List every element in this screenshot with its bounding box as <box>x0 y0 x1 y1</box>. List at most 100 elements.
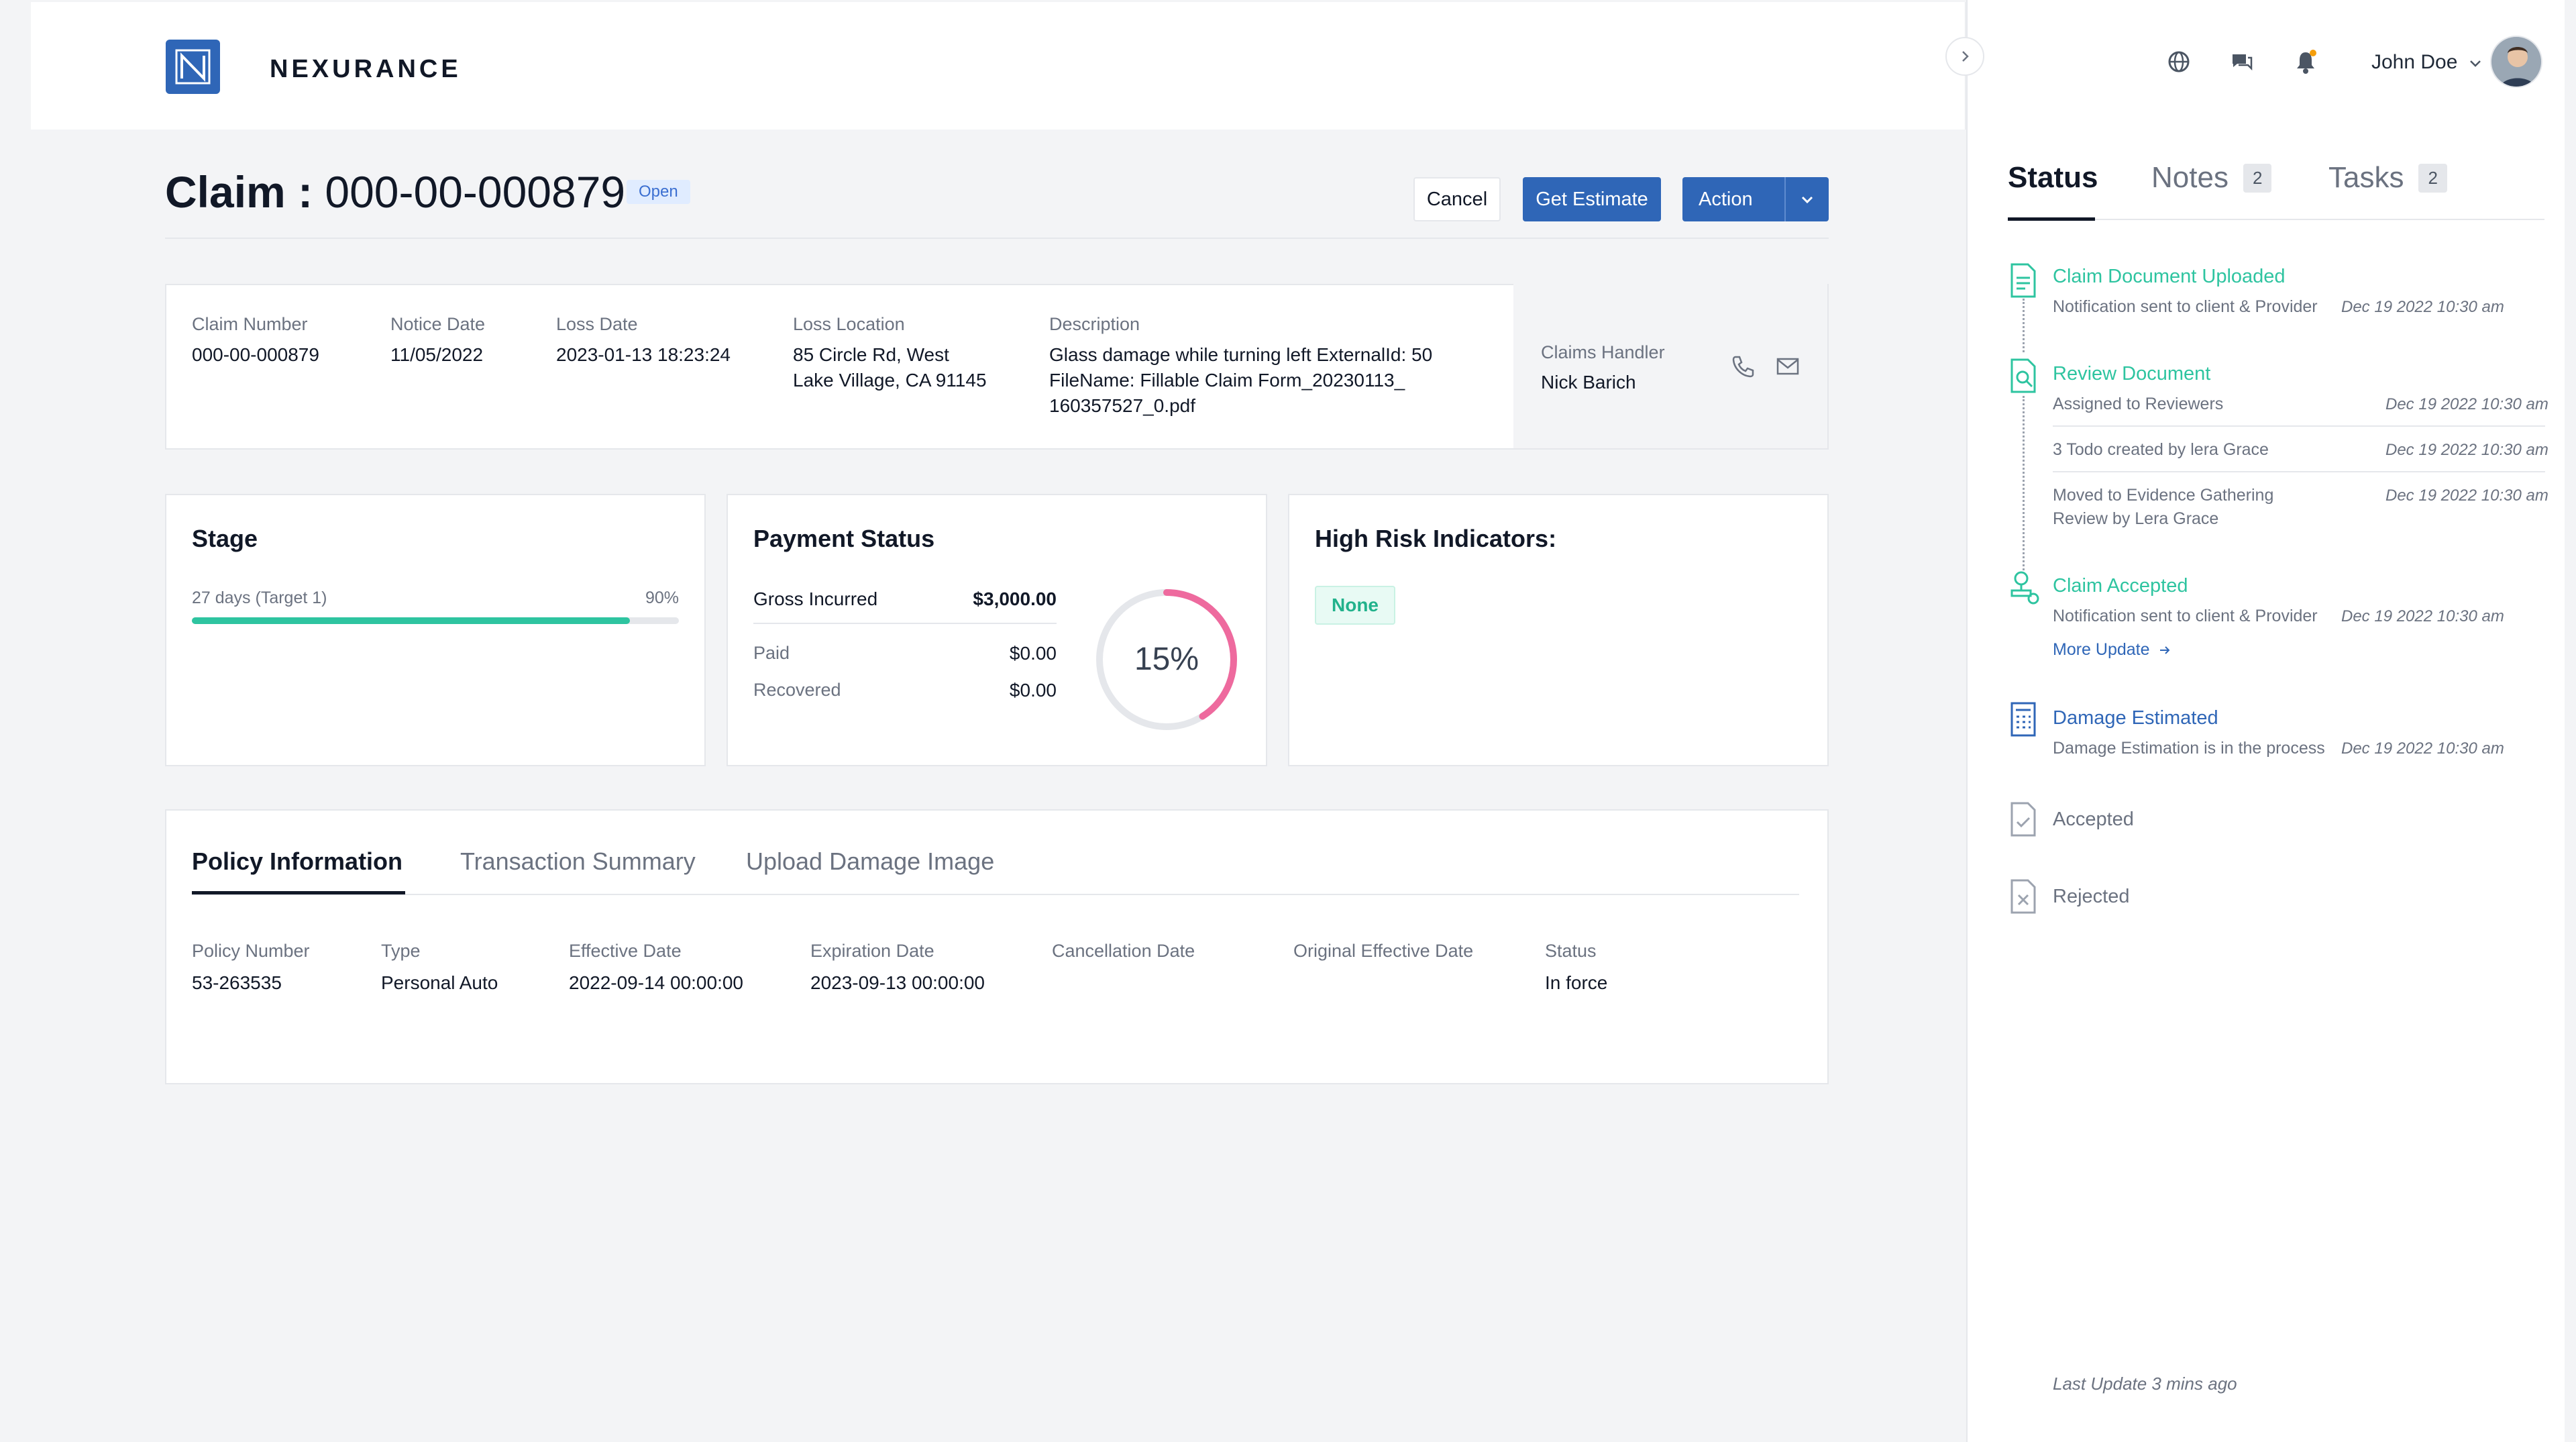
paid-value: $0.00 <box>1009 643 1057 664</box>
timeline-title-accepted[interactable]: Accepted <box>2053 809 2134 831</box>
description-label: Description <box>1049 314 1140 334</box>
document-reject-icon <box>2010 879 2036 914</box>
timeline-sub: Review by Lera Grace <box>2053 509 2219 528</box>
timeline-title-rejected[interactable]: Rejected <box>2053 886 2129 908</box>
original-effective-date-label: Original Effective Date <box>1293 941 1474 961</box>
timeline-sub: 3 Todo created by lera Grace <box>2053 440 2269 459</box>
timeline-time: Dec 19 2022 10:30 am <box>2385 441 2548 459</box>
phone-icon[interactable] <box>1729 353 1756 383</box>
loss-location-line1: 85 Circle Rd, West <box>793 344 949 365</box>
timeline-sub: Damage Estimation is in the process <box>2053 739 2325 758</box>
panel-tabs: Status Notes 2 Tasks 2 <box>2008 161 2544 221</box>
action-button-label: Action <box>1699 188 1753 210</box>
arrow-right-icon <box>2160 646 2170 655</box>
claims-handler-label: Claims Handler <box>1541 342 1665 362</box>
email-icon[interactable] <box>1774 353 1801 383</box>
timeline-title-review-document[interactable]: Review Document <box>2053 363 2210 385</box>
description-line1: Glass damage while turning left External… <box>1049 344 1433 365</box>
action-dropdown-toggle[interactable] <box>1784 177 1829 221</box>
expiration-date-label: Expiration Date <box>810 941 934 961</box>
stage-days-text: 27 days (Target 1) <box>192 588 327 607</box>
divider <box>192 894 1799 895</box>
timeline-title-claim-accepted[interactable]: Claim Accepted <box>2053 575 2188 597</box>
policy-number-value: 53-263535 <box>192 972 282 993</box>
status-badge: Open <box>627 180 690 204</box>
more-update-link[interactable]: More Update <box>2053 640 2171 660</box>
tab-policy-information[interactable]: Policy Information <box>192 847 402 876</box>
active-tab-indicator <box>2008 217 2095 221</box>
paid-label: Paid <box>753 643 790 663</box>
risk-value-badge: None <box>1315 586 1395 625</box>
claim-number-value: 000-00-000879 <box>192 344 319 365</box>
user-menu[interactable]: John Doe <box>2371 51 2483 74</box>
policy-type-label: Type <box>381 941 421 961</box>
action-button[interactable]: Action <box>1682 177 1829 221</box>
timeline-time: Dec 19 2022 10:30 am <box>2341 739 2504 758</box>
timeline-sub: Notification sent to client & Provider <box>2053 297 2318 316</box>
stage-title: Stage <box>192 525 258 552</box>
document-search-icon <box>2010 358 2036 393</box>
loss-date-label: Loss Date <box>556 314 638 334</box>
tab-tasks-label: Tasks <box>2328 161 2404 194</box>
cancel-button[interactable]: Cancel <box>1413 177 1501 221</box>
bell-icon[interactable] <box>2290 46 2322 78</box>
timeline-sub: Moved to Evidence Gathering <box>2053 486 2274 505</box>
tab-transaction-summary[interactable]: Transaction Summary <box>460 847 696 876</box>
cancellation-date-label: Cancellation Date <box>1052 941 1195 961</box>
timeline-sub: Notification sent to client & Provider <box>2053 607 2318 625</box>
tasks-count-badge: 2 <box>2418 163 2447 193</box>
policy-number-label: Policy Number <box>192 941 310 961</box>
last-update-text: Last Update 3 mins ago <box>2053 1374 2237 1394</box>
tab-notes[interactable]: Notes 2 <box>2151 161 2272 195</box>
policy-type-value: Personal Auto <box>381 972 498 993</box>
tab-tasks[interactable]: Tasks 2 <box>2328 161 2447 195</box>
avatar[interactable] <box>2490 36 2542 88</box>
policy-status-value: In force <box>1545 972 1608 993</box>
divider <box>753 623 1057 624</box>
page-title: Claim : 000-00-000879 <box>165 166 625 217</box>
high-risk-title: High Risk Indicators: <box>1315 525 1557 552</box>
divider <box>2053 471 2545 472</box>
tab-status[interactable]: Status <box>2008 161 2098 195</box>
notes-count-badge: 2 <box>2243 163 2272 193</box>
chevron-down-icon <box>2469 60 2481 67</box>
recovered-value: $0.00 <box>1009 680 1057 701</box>
claim-title-prefix: Claim : <box>165 167 313 217</box>
divider <box>165 238 1829 239</box>
brand-name: NEXURANCE <box>270 55 462 83</box>
tab-upload-damage-image[interactable]: Upload Damage Image <box>746 847 994 876</box>
claim-number-label: Claim Number <box>192 314 308 334</box>
chevron-right-icon <box>1962 51 1969 62</box>
stage-percent-text: 90% <box>645 588 680 607</box>
donut-percent-text: 15% <box>1134 641 1199 677</box>
tab-notes-label: Notes <box>2151 161 2229 194</box>
payment-status-title: Payment Status <box>753 525 935 552</box>
document-upload-icon <box>2010 263 2036 298</box>
claims-handler-name: Nick Barich <box>1541 372 1636 393</box>
get-estimate-button[interactable]: Get Estimate <box>1523 177 1661 221</box>
stage-progress-fill <box>192 617 631 624</box>
timeline-time: Dec 19 2022 10:30 am <box>2385 486 2548 505</box>
collapse-panel-button[interactable] <box>1945 37 1984 76</box>
timeline-title-damage-estimated[interactable]: Damage Estimated <box>2053 707 2218 729</box>
stamp-approved-icon <box>2010 571 2039 605</box>
timeline-time: Dec 19 2022 10:30 am <box>2341 298 2504 316</box>
timeline-time: Dec 19 2022 10:30 am <box>2385 395 2548 413</box>
timeline-title-document-uploaded[interactable]: Claim Document Uploaded <box>2053 266 2286 288</box>
chat-icon[interactable] <box>2226 46 2258 78</box>
more-update-label: More Update <box>2053 640 2150 659</box>
effective-date-label: Effective Date <box>569 941 682 961</box>
tab-status-label: Status <box>2008 161 2098 194</box>
chevron-down-icon <box>1801 196 1813 204</box>
loss-location-line2: Lake Village, CA 91145 <box>793 370 987 391</box>
document-check-icon <box>2010 802 2036 837</box>
globe-icon[interactable] <box>2163 46 2195 78</box>
timeline-time: Dec 19 2022 10:30 am <box>2341 607 2504 625</box>
timeline-connector <box>2023 299 2025 352</box>
logo-icon[interactable] <box>166 40 220 94</box>
description-line3: 160357527_0.pdf <box>1049 395 1195 416</box>
recovered-label: Recovered <box>753 680 841 700</box>
top-header: NEXURANCE <box>31 2 1966 130</box>
policy-status-label: Status <box>1545 941 1597 961</box>
loss-location-label: Loss Location <box>793 314 905 334</box>
